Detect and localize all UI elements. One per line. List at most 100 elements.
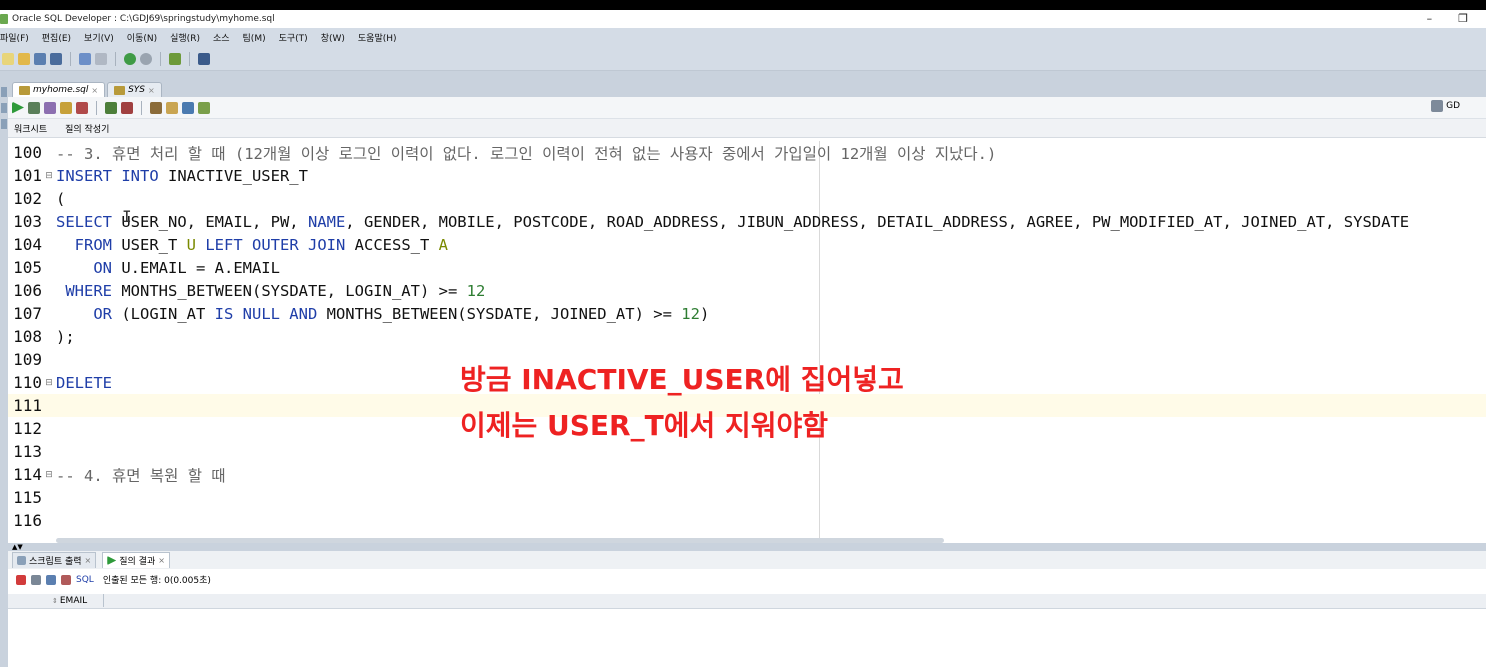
binoculars-icon[interactable]	[198, 52, 210, 65]
back-icon[interactable]	[124, 52, 136, 65]
side-connections-icon[interactable]	[1, 87, 7, 97]
menu-edit[interactable]: 편집(E)	[42, 31, 71, 44]
line-number: 113	[13, 442, 42, 461]
undo-icon[interactable]	[79, 52, 91, 65]
tab-worksheet[interactable]: 워크시트	[14, 122, 47, 135]
menu-source[interactable]: 소스	[213, 31, 230, 44]
panel-splitter[interactable]: ▲▼	[8, 543, 1486, 551]
menu-file[interactable]: 파일(F)	[0, 31, 29, 44]
code-text: OR (LOGIN_AT IS NULL AND MONTHS_BETWEEN(…	[93, 304, 710, 323]
tab-query-builder[interactable]: 질의 작성기	[65, 122, 109, 135]
sql-worksheet-icon[interactable]	[169, 52, 181, 65]
tab-query-result[interactable]: 질의 결과 ×	[102, 552, 170, 568]
redo-icon[interactable]	[95, 52, 107, 65]
oracle-app-icon	[0, 14, 8, 24]
connection-selector[interactable]: GD	[1431, 100, 1460, 112]
main-toolbar	[0, 47, 1486, 71]
side-snippets-icon[interactable]	[1, 119, 7, 129]
menu-view[interactable]: 보기(V)	[84, 31, 114, 44]
refresh-icon[interactable]	[61, 574, 71, 585]
format-icon[interactable]	[198, 101, 210, 114]
save-icon[interactable]	[34, 52, 46, 65]
run-script-icon[interactable]	[28, 101, 40, 114]
sql-link[interactable]: SQL	[76, 575, 94, 585]
database-icon	[1431, 100, 1444, 112]
code-text: -- 4. 휴면 복원 할 때	[56, 466, 226, 485]
code-line[interactable]: 115	[8, 486, 1486, 509]
rollback-icon[interactable]	[105, 101, 117, 114]
line-number: 115	[13, 488, 42, 507]
code-line[interactable]: 103 SELECT USER_NO, EMAIL, PW, NAME, GEND…	[8, 210, 1486, 233]
connection-name: GD	[1446, 101, 1460, 111]
tab-sys[interactable]: SYS ×	[107, 82, 162, 97]
sql-editor[interactable]: 100 -- 3. 휴면 처리 할 때 (12개월 이상 로그인 이력이 없다. …	[8, 141, 1486, 543]
export-icon[interactable]	[46, 574, 56, 585]
script-output-icon	[17, 556, 26, 565]
toolbar-separator	[115, 51, 116, 66]
history-icon[interactable]	[182, 101, 194, 114]
column-header-email[interactable]: ⇕ EMAIL	[48, 594, 104, 607]
code-line[interactable]: 105 ON U.EMAIL = A.EMAIL	[8, 256, 1486, 279]
tab-label: myhome.sql	[33, 85, 89, 95]
cancel-icon[interactable]	[121, 101, 133, 114]
annotation-line-2: 이제는 USER_T에서 지워야함	[460, 409, 829, 442]
toolbar-gap	[0, 71, 1486, 81]
menu-window[interactable]: 창(W)	[321, 31, 345, 44]
commit-icon[interactable]	[76, 101, 88, 114]
sql-file-icon	[19, 85, 30, 95]
fold-toggle-icon[interactable]: ⊟	[42, 171, 56, 181]
code-line[interactable]: 114 ⊟ -- 4. 휴면 복원 할 때	[8, 463, 1486, 486]
close-icon[interactable]: ×	[85, 556, 92, 565]
menu-bar: 파일(F) 편집(E) 보기(V) 이동(N) 실행(R) 소스 팀(M) 도구…	[0, 28, 1486, 47]
tab-myhome-sql[interactable]: myhome.sql ×	[12, 82, 106, 97]
side-panel-strip	[0, 81, 8, 667]
minimize-button[interactable]: –	[1427, 12, 1433, 25]
tab-label: SYS	[128, 85, 146, 95]
sql-tuning-icon[interactable]	[150, 101, 162, 114]
eraser-icon[interactable]	[166, 101, 178, 114]
line-number: 103	[13, 212, 42, 231]
code-line[interactable]: 100 -- 3. 휴면 처리 할 때 (12개월 이상 로그인 이력이 없다. …	[8, 141, 1486, 164]
explain-plan-icon[interactable]	[60, 101, 72, 114]
menu-navigate[interactable]: 이동(N)	[127, 31, 157, 44]
open-folder-icon[interactable]	[18, 52, 30, 65]
worksheet-subtabs: 워크시트 질의 작성기	[8, 119, 1486, 138]
code-line[interactable]: 116	[8, 509, 1486, 532]
close-icon[interactable]: ×	[91, 86, 98, 95]
line-number: 111	[13, 396, 42, 415]
print-icon[interactable]	[31, 574, 41, 585]
side-reports-icon[interactable]	[1, 103, 7, 113]
code-line[interactable]: 106 WHERE MONTHS_BETWEEN(SYSDATE, LOGIN_…	[8, 279, 1486, 302]
fold-toggle-icon[interactable]: ⊟	[42, 378, 56, 388]
toolbar-separator	[96, 100, 97, 115]
close-icon[interactable]: ×	[148, 86, 155, 95]
fetch-status: 인출된 모든 행: 0(0.005초)	[102, 576, 211, 586]
save-all-icon[interactable]	[50, 52, 62, 65]
pin-icon[interactable]	[16, 574, 26, 585]
run-result-icon	[107, 556, 117, 565]
code-line[interactable]: 108);	[8, 325, 1486, 348]
line-number: 112	[13, 419, 42, 438]
new-file-icon[interactable]	[2, 52, 14, 65]
run-statement-icon[interactable]	[12, 101, 24, 114]
menu-tools[interactable]: 도구(T)	[279, 31, 308, 44]
code-text: INSERT INTO INACTIVE_USER_T	[56, 166, 308, 185]
menu-team[interactable]: 팀(M)	[243, 31, 266, 44]
line-number: 102	[13, 189, 42, 208]
code-line[interactable]: 101 ⊟ INSERT INTO INACTIVE_USER_T	[8, 164, 1486, 187]
restore-button[interactable]: ❐	[1458, 12, 1468, 25]
line-number: 104	[13, 235, 42, 254]
menu-help[interactable]: 도움말(H)	[358, 31, 397, 44]
close-icon[interactable]: ×	[158, 556, 165, 565]
toolbar-separator	[189, 51, 190, 66]
tab-script-output[interactable]: 스크립트 출력 ×	[12, 552, 97, 568]
autotrace-icon[interactable]	[44, 101, 56, 114]
forward-icon[interactable]	[140, 52, 152, 65]
code-line[interactable]: 102 (	[8, 187, 1486, 210]
menu-run[interactable]: 실행(R)	[170, 31, 200, 44]
fold-toggle-icon[interactable]: ⊟	[42, 470, 56, 480]
code-line[interactable]: 104 FROM USER_T U LEFT OUTER JOIN ACCESS…	[8, 233, 1486, 256]
sql-developer-window: Oracle SQL Developer : C:\GDJ69\springst…	[0, 10, 1486, 667]
code-line[interactable]: 107 OR (LOGIN_AT IS NULL AND MONTHS_BETW…	[8, 302, 1486, 325]
line-number: 116	[13, 511, 42, 530]
